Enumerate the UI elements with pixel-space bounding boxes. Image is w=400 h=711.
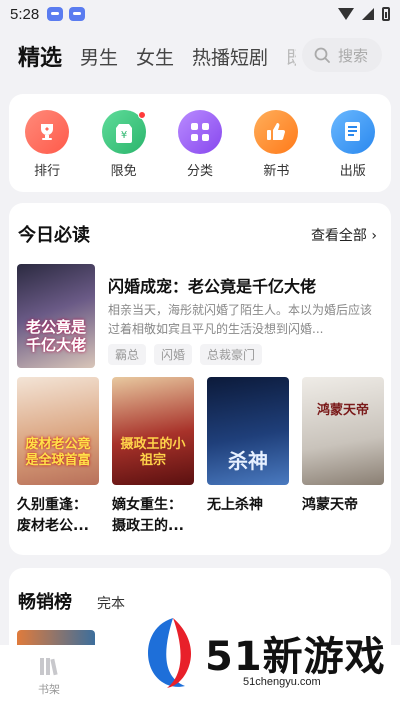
quick-entry-label: 限免 [110,164,137,179]
game-notification-icon [69,7,86,21]
quick-entry-card: 排行 ¥ 限免 分类 新书 出版 [9,94,391,192]
notification-dot [137,111,146,119]
section-title-text: 畅销榜 [18,592,72,613]
bookshelf-icon [40,658,58,676]
tab-short-drama[interactable]: 热播短剧 [192,43,268,70]
book-cover: 鸿蒙天帝 [302,377,384,485]
svg-text:¥: ¥ [120,130,126,141]
cover-text: 老公竟是千亿大佬 [25,318,86,354]
book-cover: 杀神 [207,377,289,485]
today-section: 今日必读 查看全部 › 老公竟是千亿大佬 闪婚成宠：老公竟是千亿大佬 相亲当天，… [9,203,391,555]
tag[interactable]: 闪婚 [154,344,193,365]
book-item[interactable]: 摄政王的小祖宗 嫡女重生：摄政王的... [112,377,194,537]
quick-entry-new-books[interactable]: 新书 [246,110,306,192]
section-title: 今日必读 [18,221,90,249]
tag[interactable]: 总裁豪门 [200,344,263,365]
search-placeholder: 搜索 [338,46,369,65]
cover-text: 废材老公竟是全球首富 [25,437,91,468]
status-bar: 5:28 [0,0,400,28]
section-title-text: 今日必读 [18,225,90,246]
see-all-link[interactable]: 查看全部 › [311,225,377,245]
trophy-icon [25,110,70,154]
quick-entry-ranking[interactable]: 排行 [17,110,77,192]
book-list: 废材老公竟是全球首富 久别重逢：废材老公... 摄政王的小祖宗 嫡女重生：摄政王… [17,377,384,537]
status-time: 5:28 [10,5,40,23]
book-item[interactable]: 鸿蒙天帝 鸿蒙天帝 [302,377,384,537]
quick-entry-label: 分类 [186,164,213,179]
search-bar[interactable]: 搜索 [302,38,382,72]
quick-entry-publish[interactable]: 出版 [323,110,383,192]
featured-book-cover[interactable]: 老公竟是千亿大佬 [17,264,95,368]
tab-completed[interactable]: 完本 [97,593,125,613]
book-title: 鸿蒙天帝 [302,497,358,513]
book-cover: 废材老公竟是全球首富 [17,377,99,485]
tag[interactable]: 霸总 [108,344,147,365]
free-tag-icon: ¥ [101,110,146,154]
tab-featured[interactable]: 精选 [18,40,62,72]
see-all-label: 查看全部 [310,228,367,244]
watermark-logo [148,618,192,688]
book-title: 嫡女重生：摄政王的... [112,497,184,534]
book-item[interactable]: 废材老公竟是全球首富 久别重逢：废材老公... [17,377,99,537]
watermark-text: 51新游戏 [205,634,386,680]
tab-male[interactable]: 男生 [80,43,118,70]
section-title: 畅销榜 [18,588,72,616]
featured-book-description: 相亲当天，海彤就闪婚了陌生人。本以为婚后应该过着相敬如宾且平凡的生活没想到闪婚.… [108,303,373,336]
thumb-up-icon [254,110,299,154]
search-icon [314,47,330,63]
book-title: 无上杀神 [207,497,263,513]
tab-female[interactable]: 女生 [136,43,174,70]
featured-tags: 霸总 闪婚 总裁豪门 [108,344,263,365]
quick-entry-label: 新书 [263,164,290,179]
cover-text: 杀神 [228,449,268,473]
book-cover: 摄政王的小祖宗 [112,377,194,485]
quick-entry-label: 排行 [34,164,61,179]
cover-text: 摄政王的小祖宗 [120,437,186,468]
signal-icon [362,8,374,20]
book-icon [330,110,375,154]
chevron-right-icon: › [371,228,377,244]
watermark-url: 51chengyu.com [243,676,321,688]
battery-icon [382,7,390,21]
top-tabs: 精选 男生 女生 热播短剧 既 搜索 [0,36,400,76]
book-title: 久别重逢：废材老公... [17,497,89,534]
wifi-icon [338,8,354,20]
nav-label: 书架 [38,683,60,696]
watermark: 51新游戏 51chengyu.com [143,614,393,694]
featured-book-title[interactable]: 闪婚成宠：老公竟是千亿大佬 [108,273,316,297]
quick-entry-free[interactable]: ¥ 限免 [94,110,154,192]
nav-bookshelf[interactable]: 书架 [27,655,71,697]
quick-entry-label: 出版 [339,164,366,179]
quick-entry-category[interactable]: 分类 [170,110,230,192]
grid-icon [177,110,222,154]
book-item[interactable]: 杀神 无上杀神 [207,377,289,537]
tab-more[interactable]: 既 [286,43,296,70]
cover-text: 鸿蒙天帝 [316,403,369,418]
game-notification-icon [47,7,64,21]
